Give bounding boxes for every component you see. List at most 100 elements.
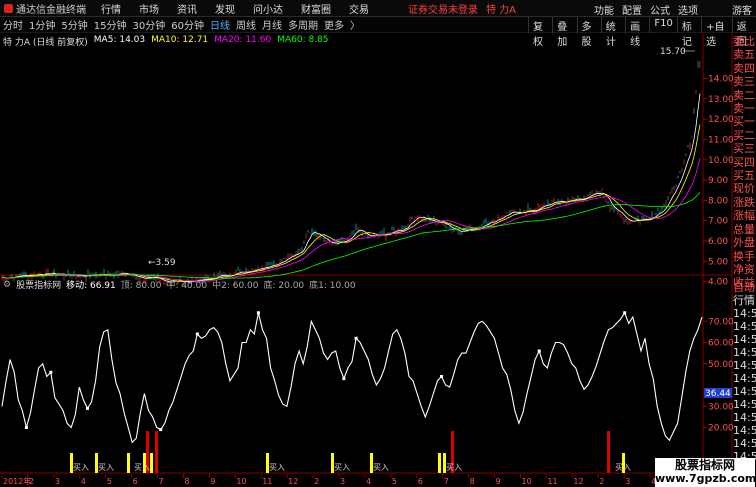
tick-time-label: 14:5 — [733, 372, 756, 385]
price-min-label: ←3.59 — [148, 258, 176, 268]
buy-signal-label: 买入 — [269, 463, 285, 472]
period-tab-30m[interactable]: 30分钟 — [129, 17, 168, 32]
menu-item-market[interactable]: 行情 — [92, 1, 130, 16]
quote-field-label: 委比 — [733, 35, 755, 48]
period-tab-weekly[interactable]: 周线 — [233, 17, 259, 32]
indicator-marker — [85, 406, 89, 410]
tick-time-label: 14:5 — [733, 333, 756, 346]
tick-time-label: 14:5 — [733, 346, 756, 359]
date-tick-label: 4 — [366, 477, 371, 486]
quote-field-label: 卖三 — [733, 75, 755, 89]
quote-field-label: 卖一 — [733, 102, 755, 116]
indicator-marker — [195, 332, 199, 336]
ma60-label: MA60: 8.85 — [277, 35, 329, 45]
indicator-tick-label: 60.00 — [708, 339, 734, 349]
f10-button[interactable]: F10 — [649, 17, 676, 33]
menu-item-wealth[interactable]: 财富圈 — [292, 1, 340, 16]
period-tab-more[interactable]: 更多 — [321, 17, 347, 32]
period-tab-intraday[interactable]: 分时 — [0, 17, 26, 32]
indicator-marker — [24, 426, 28, 429]
buy-signal-bar — [438, 453, 441, 473]
add-watchlist-button[interactable]: +自选 — [701, 17, 732, 48]
date-tick-label: 9 — [496, 477, 501, 486]
menu-options[interactable]: 选项 — [678, 2, 698, 17]
menu-config[interactable]: 配置 — [622, 2, 642, 17]
date-tick-label: 7 — [159, 477, 164, 486]
date-tick-label: 10 — [236, 477, 246, 486]
multi-stock-button[interactable]: 多股 — [576, 17, 601, 48]
chart-canvas[interactable]: 14.00 13.00 12.00 11.00 10.00 9.00 8.00 7.00 6.0… — [0, 0, 756, 487]
menu-function[interactable]: 功能 — [594, 2, 614, 17]
draw-line-button[interactable]: 画线 — [625, 17, 649, 48]
app-title: 通达信金融终端 — [0, 1, 92, 16]
price-tick-label: 11.00 — [708, 135, 734, 145]
menu-item-trade[interactable]: 交易 — [340, 1, 378, 16]
price-tick-label: 5.00 — [708, 257, 728, 267]
indicator-tick-label: 50.00 — [708, 360, 734, 370]
period-tab-60m[interactable]: 60分钟 — [168, 17, 207, 32]
price-tick-label: 10.00 — [708, 156, 734, 166]
indicator-name[interactable]: 股票指标网 — [16, 278, 61, 291]
buy-signal-bar — [607, 431, 610, 473]
period-tab-monthly[interactable]: 月线 — [259, 17, 285, 32]
buy-signal-label: 买入 — [373, 463, 389, 472]
tick-time-label: 14:5 — [733, 307, 756, 320]
chart-title-stock: 特 力A — [3, 38, 31, 48]
tick-time-label: 14:5 — [733, 424, 756, 437]
ma20-label: MA20: 11.60 — [214, 35, 272, 45]
date-tick-label: 12 — [288, 477, 298, 486]
buy-signal-label: 买入 — [615, 463, 631, 472]
menu-item-markets[interactable]: 市场 — [130, 1, 168, 16]
quote-field-label: 买四 — [733, 155, 755, 169]
price-tick-label: 4.00 — [708, 278, 728, 288]
period-tab-1m[interactable]: 1分钟 — [26, 17, 58, 32]
indicator-marker — [537, 349, 541, 353]
period-more-arrow-icon[interactable]: 〉 — [347, 17, 363, 32]
buy-signal-label: 买入 — [98, 463, 114, 472]
ma60-line — [1, 192, 701, 279]
menu-formula[interactable]: 公式 — [650, 2, 670, 17]
back-button[interactable]: 返回 — [731, 17, 756, 48]
date-tick-label: 2 — [599, 477, 604, 486]
tick-time-label: 自动 — [733, 281, 755, 294]
indicator-marker — [256, 311, 260, 315]
indicator-settings-icon[interactable]: ⚙ — [3, 280, 11, 290]
buy-signal-bar — [146, 431, 149, 473]
login-alert[interactable]: 证券交易未登录 — [408, 1, 478, 16]
indicator-tick-label: 30.00 — [708, 402, 734, 412]
ma5-label: MA5: 14.03 — [93, 35, 146, 45]
menu-guest[interactable]: 游客 — [732, 2, 752, 17]
watermark: 股票指标网 www.7gpzb.com — [655, 458, 756, 487]
menu-item-discover[interactable]: 发现 — [206, 1, 244, 16]
overlay-button[interactable]: 叠加 — [552, 17, 576, 48]
tick-time-label: 14:5 — [733, 320, 756, 333]
quote-field-label: 总量 — [733, 222, 755, 236]
quote-field-label: 卖四 — [733, 61, 755, 75]
ma5-line — [1, 93, 701, 283]
tick-time-label: 14:5 — [733, 398, 756, 411]
indicator-legend: ⚙ 股票指标网 移动: 66.91 顶: 80.00 中: 40.00 中2: … — [3, 278, 356, 292]
watermark-line2: www.7gpzb.com — [655, 472, 756, 485]
indicator-level-top: 顶: 80.00 — [120, 281, 162, 291]
tick-time-label: 14:5 — [733, 411, 756, 424]
mark-button[interactable]: 标记 — [676, 17, 701, 48]
buy-signal-bar — [155, 431, 158, 473]
date-tick-label: 9 — [210, 477, 215, 486]
period-tab-daily[interactable]: 日线 — [207, 17, 233, 32]
period-tab-15m[interactable]: 15分钟 — [91, 17, 130, 32]
quote-field-label: 现价 — [733, 182, 755, 196]
buy-signal-bar — [150, 453, 153, 473]
indicator-level-mid: 中: 40.00 — [166, 281, 208, 291]
stats-button[interactable]: 统计 — [600, 17, 625, 48]
menu-item-ask[interactable]: 问小达 — [244, 1, 292, 16]
period-tab-5m[interactable]: 5分钟 — [58, 17, 90, 32]
ma20-line — [1, 158, 701, 282]
restore-button[interactable]: 复权 — [528, 17, 552, 48]
date-tick-label: 2 — [29, 477, 34, 486]
date-tick-label: 11 — [547, 477, 557, 486]
date-tick-label: 12 — [573, 477, 583, 486]
quote-field-label: 涨幅 — [733, 209, 755, 223]
menu-item-news[interactable]: 资讯 — [168, 1, 206, 16]
chart-title: 特 力A (日线 前复权) — [3, 35, 88, 48]
period-tab-multi[interactable]: 多周期 — [285, 17, 321, 32]
